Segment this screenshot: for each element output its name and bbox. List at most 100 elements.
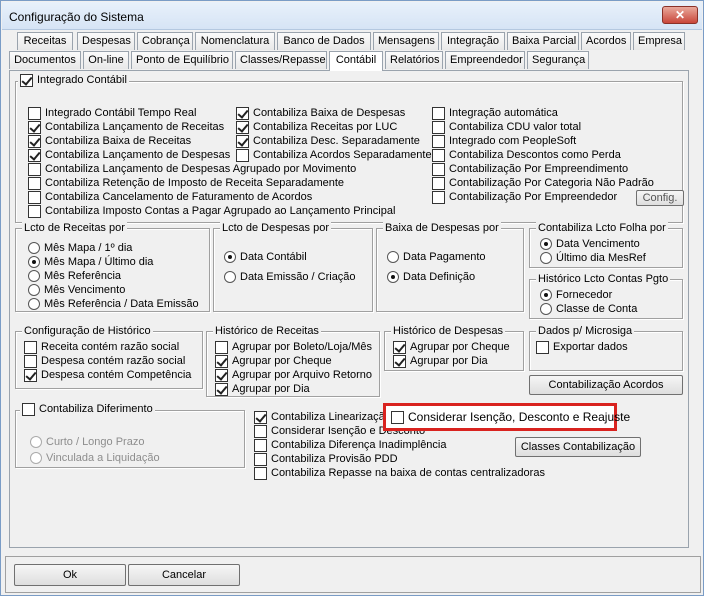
checkbox-box[interactable] bbox=[254, 453, 267, 466]
radio-circle[interactable] bbox=[540, 238, 552, 250]
checkbox-item[interactable]: Contabiliza Desc. Separadamente bbox=[236, 135, 420, 149]
radio-option[interactable]: Data Emissão / Criação bbox=[224, 271, 356, 285]
checkbox-box[interactable] bbox=[432, 121, 445, 134]
checkbox-item[interactable]: Agrupar por Dia bbox=[393, 355, 488, 369]
checkbox-item[interactable]: Integrado com PeopleSoft bbox=[432, 135, 576, 149]
radio-circle[interactable] bbox=[28, 298, 40, 310]
checkbox-box[interactable] bbox=[536, 341, 549, 354]
checkbox-item[interactable]: Agrupar por Cheque bbox=[393, 341, 510, 355]
checkbox-box[interactable] bbox=[28, 191, 41, 204]
checkbox-box[interactable] bbox=[215, 369, 228, 382]
tab[interactable]: Classes/Repasse bbox=[235, 51, 327, 69]
checkbox-item[interactable]: Contabilização Por Empreendimento bbox=[432, 163, 628, 177]
checkbox-item[interactable]: Contabiliza Diferença Inadimplência bbox=[254, 439, 446, 453]
tab[interactable]: Despesas bbox=[77, 32, 135, 50]
tab[interactable]: Acordos bbox=[581, 32, 631, 50]
radio-option[interactable]: Mês Vencimento bbox=[28, 284, 125, 298]
checkbox-box[interactable] bbox=[432, 149, 445, 162]
radio-circle[interactable] bbox=[28, 284, 40, 296]
radio-option[interactable]: Data Definição bbox=[387, 271, 475, 285]
checkbox-box[interactable] bbox=[215, 341, 228, 354]
checkbox-box[interactable] bbox=[236, 149, 249, 162]
checkbox-box[interactable] bbox=[236, 135, 249, 148]
radio-circle[interactable] bbox=[28, 242, 40, 254]
radio-option[interactable]: Classe de Conta bbox=[540, 303, 637, 317]
contabilizacao-acordos-button[interactable]: Contabilização Acordos bbox=[529, 375, 683, 395]
tab[interactable]: Receitas bbox=[17, 32, 73, 50]
diferimento-checkbox[interactable]: Contabiliza Diferimento bbox=[20, 403, 155, 417]
tab[interactable]: Baixa Parcial bbox=[507, 32, 579, 50]
checkbox-box[interactable] bbox=[24, 341, 37, 354]
radio-option[interactable]: Mês Mapa / 1º dia bbox=[28, 242, 132, 256]
checkbox-item[interactable]: Contabilização Por Categoria Não Padrão bbox=[432, 177, 654, 191]
radio-option[interactable]: Mês Referência / Data Emissão bbox=[28, 298, 199, 312]
checkbox-box[interactable] bbox=[254, 425, 267, 438]
tab[interactable]: Cobrança bbox=[137, 32, 193, 50]
checkbox-item[interactable]: Integrado Contábil Tempo Real bbox=[28, 107, 196, 121]
checkbox-item[interactable]: Contabiliza CDU valor total bbox=[432, 121, 581, 135]
checkbox-item[interactable]: Contabiliza Lançamento de Receitas bbox=[28, 121, 224, 135]
radio-circle[interactable] bbox=[224, 271, 236, 283]
checkbox-box[interactable] bbox=[254, 411, 267, 424]
radio-circle[interactable] bbox=[28, 270, 40, 282]
radio-circle[interactable] bbox=[540, 252, 552, 264]
config-button[interactable]: Config. bbox=[636, 190, 684, 206]
tab[interactable]: Empresa bbox=[633, 32, 685, 50]
cancel-button[interactable]: Cancelar bbox=[128, 564, 240, 586]
checkbox-item[interactable]: Contabiliza Lançamento de Despesas Agrup… bbox=[28, 163, 356, 177]
radio-option[interactable]: Último dia MesRef bbox=[540, 252, 646, 266]
checkbox-item[interactable]: Contabiliza Cancelamento de Faturamento … bbox=[28, 191, 312, 205]
checkbox-item[interactable]: Contabiliza Imposto Contas a Pagar Agrup… bbox=[28, 205, 395, 219]
checkbox-box[interactable] bbox=[391, 411, 404, 424]
checkbox-item[interactable]: Integração automática bbox=[432, 107, 558, 121]
checkbox-box[interactable] bbox=[254, 467, 267, 480]
integrado-contabil-checkbox[interactable]: Integrado Contábil bbox=[18, 74, 129, 88]
radio-circle[interactable] bbox=[540, 289, 552, 301]
checkbox-box[interactable] bbox=[28, 149, 41, 162]
radio-option[interactable]: Mês Mapa / Último dia bbox=[28, 256, 153, 270]
checkbox-item[interactable]: Exportar dados bbox=[536, 341, 628, 355]
checkbox-item[interactable]: Receita contém razão social bbox=[24, 341, 179, 355]
ok-button[interactable]: Ok bbox=[14, 564, 126, 586]
considerar-reajuste-checkbox[interactable]: Considerar Isenção, Desconto e Reajuste bbox=[391, 411, 630, 425]
checkbox-box[interactable] bbox=[393, 355, 406, 368]
checkbox-box[interactable] bbox=[28, 205, 41, 218]
checkbox-box[interactable] bbox=[432, 135, 445, 148]
checkbox-item[interactable]: Contabiliza Baixa de Despesas bbox=[236, 107, 405, 121]
checkbox-item[interactable]: Contabiliza Lançamento de Despesas bbox=[28, 149, 230, 163]
checkbox-box[interactable] bbox=[28, 107, 41, 120]
checkbox-box[interactable] bbox=[215, 383, 228, 396]
checkbox-item[interactable]: Contabiliza Retenção de Imposto de Recei… bbox=[28, 177, 344, 191]
checkbox-box[interactable] bbox=[236, 107, 249, 120]
checkbox-item[interactable]: Contabiliza Baixa de Receitas bbox=[28, 135, 191, 149]
close-button[interactable]: ✕ bbox=[662, 6, 698, 24]
checkbox-box[interactable] bbox=[24, 369, 37, 382]
tab[interactable]: Documentos bbox=[9, 51, 81, 69]
checkbox-box[interactable] bbox=[432, 163, 445, 176]
checkbox-item[interactable]: Agrupar por Arquivo Retorno bbox=[215, 369, 372, 383]
checkbox-box[interactable] bbox=[254, 439, 267, 452]
checkbox-item[interactable]: Contabiliza Linearização bbox=[254, 411, 391, 425]
checkbox-item[interactable]: Contabiliza Acordos Separadamente bbox=[236, 149, 432, 163]
checkbox-box[interactable] bbox=[432, 191, 445, 204]
classes-contabilizacao-button[interactable]: Classes Contabilização bbox=[515, 437, 641, 457]
checkbox-box[interactable] bbox=[215, 355, 228, 368]
checkbox-box[interactable] bbox=[22, 403, 35, 416]
tab[interactable]: Contábil bbox=[329, 51, 383, 71]
radio-option[interactable]: Data Contábil bbox=[224, 251, 307, 265]
checkbox-box[interactable] bbox=[28, 163, 41, 176]
tab[interactable]: Relatórios bbox=[385, 51, 443, 69]
checkbox-item[interactable]: Contabiliza Provisão PDD bbox=[254, 453, 398, 467]
checkbox-box[interactable] bbox=[236, 121, 249, 134]
checkbox-item[interactable]: Contabiliza Repasse na baixa de contas c… bbox=[254, 467, 545, 481]
radio-circle[interactable] bbox=[224, 251, 236, 263]
checkbox-item[interactable]: Contabiliza Receitas por LUC bbox=[236, 121, 397, 135]
checkbox-item[interactable]: Agrupar por Cheque bbox=[215, 355, 332, 369]
checkbox-item[interactable]: Despesa contém Competência bbox=[24, 369, 191, 383]
radio-circle[interactable] bbox=[387, 251, 399, 263]
checkbox-box[interactable] bbox=[393, 341, 406, 354]
radio-option[interactable]: Data Vencimento bbox=[540, 238, 640, 252]
checkbox-item[interactable]: Contabiliza Descontos como Perda bbox=[432, 149, 621, 163]
checkbox-box[interactable] bbox=[28, 177, 41, 190]
tab[interactable]: Ponto de Equilíbrio bbox=[131, 51, 233, 69]
